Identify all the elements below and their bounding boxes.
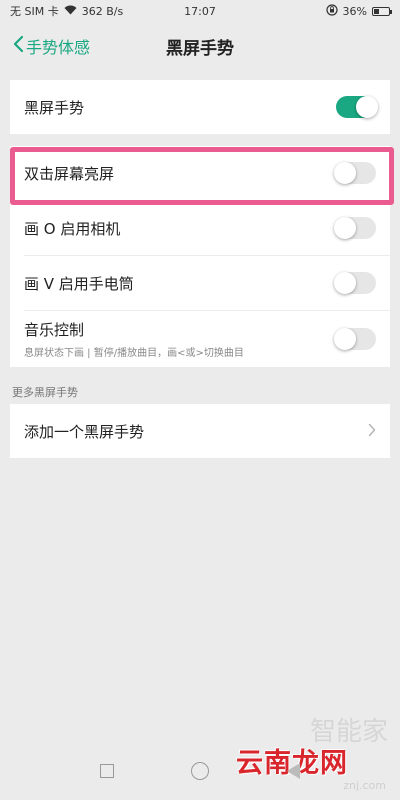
- square-icon: [99, 764, 114, 778]
- system-navigation-bar: [0, 742, 400, 800]
- master-switch-toggle[interactable]: [336, 96, 378, 118]
- chevron-right-icon: [368, 421, 376, 442]
- status-bar: 无 SIM 卡 362 B/s 17:07 36%: [0, 0, 400, 22]
- master-switch-row[interactable]: 黑屏手势: [10, 80, 390, 134]
- back-button[interactable]: 手势体感: [12, 34, 90, 58]
- back-nav-button[interactable]: [278, 756, 308, 786]
- gestures-card: 双击屏幕亮屏 画 O 启用相机 画 V 启用手电筒 音乐控制 息屏状态下画 | …: [10, 146, 390, 367]
- circle-icon: [190, 762, 209, 780]
- toggle-knob: [356, 96, 378, 118]
- add-gesture-label: 添加一个黑屏手势: [24, 422, 145, 441]
- battery-level-fill: [374, 8, 379, 14]
- toggle-knob: [334, 217, 356, 239]
- gesture-label: 双击屏幕亮屏: [24, 164, 115, 183]
- toggle-knob: [334, 272, 356, 294]
- triangle-back-icon: [286, 763, 300, 779]
- draw-o-camera-toggle[interactable]: [334, 217, 376, 239]
- master-switch-label: 黑屏手势: [24, 98, 85, 117]
- home-button[interactable]: [185, 756, 215, 786]
- gesture-label: 画 V 启用手电筒: [24, 274, 134, 293]
- gesture-label: 音乐控制: [24, 321, 85, 339]
- double-tap-toggle[interactable]: [334, 162, 376, 184]
- toggle-knob: [334, 328, 356, 350]
- gesture-row-draw-v[interactable]: 画 V 启用手电筒: [10, 256, 390, 310]
- status-left: 无 SIM 卡 362 B/s: [10, 3, 123, 19]
- network-speed: 362 B/s: [81, 4, 124, 18]
- wifi-icon: [64, 5, 77, 18]
- app-header: 手势体感 黑屏手势: [0, 22, 400, 70]
- battery-icon: [372, 6, 392, 16]
- gesture-description: 息屏状态下画 | 暂停/播放曲目，画<或>切换曲目: [24, 348, 244, 359]
- gesture-label: 画 O 启用相机: [24, 219, 121, 238]
- master-switch-card: 黑屏手势: [10, 80, 390, 134]
- section-header-more: 更多黑屏手势: [12, 386, 78, 399]
- status-right: 36%: [325, 3, 392, 19]
- battery-percent: 36%: [342, 4, 367, 18]
- gesture-row-draw-o[interactable]: 画 O 启用相机: [10, 201, 390, 255]
- back-label: 手势体感: [26, 38, 91, 57]
- music-control-text: 音乐控制 息屏状态下画 | 暂停/播放曲目，画<或>切换曲目: [24, 319, 336, 359]
- add-gesture-row[interactable]: 添加一个黑屏手势: [10, 404, 390, 458]
- gesture-row-double-tap[interactable]: 双击屏幕亮屏: [10, 146, 390, 200]
- draw-v-flashlight-toggle[interactable]: [334, 272, 376, 294]
- recents-button[interactable]: [92, 756, 122, 786]
- gesture-row-music-control[interactable]: 音乐控制 息屏状态下画 | 暂停/播放曲目，画<或>切换曲目: [10, 311, 390, 367]
- toggle-knob: [334, 162, 356, 184]
- carrier-text: 无 SIM 卡: [10, 5, 59, 18]
- more-gestures-card: 添加一个黑屏手势: [10, 404, 390, 458]
- rotation-lock-icon: [325, 3, 338, 19]
- chevron-left-icon: [12, 35, 24, 57]
- music-control-toggle[interactable]: [334, 328, 376, 350]
